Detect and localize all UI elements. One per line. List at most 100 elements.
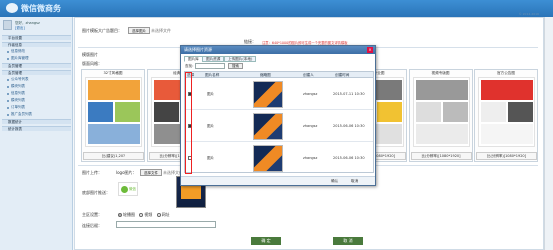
bullet-icon: [7, 51, 9, 53]
sidebar-item[interactable]: 信息列表: [2, 91, 71, 96]
slide-label: 主区设置：: [82, 212, 102, 217]
link-suffix-label: 连接后缀：: [82, 223, 102, 228]
row-name: 图片: [207, 124, 214, 128]
sidebar-item[interactable]: 模块列表: [2, 84, 71, 89]
template-card[interactable]: 官方公告图比(分辨率)[1080*1920]: [474, 69, 538, 162]
bullet-icon: [7, 58, 9, 60]
tab-upload[interactable]: 上传图片(本地): [224, 56, 257, 62]
template-size: 比(建议)1,20?: [83, 152, 144, 160]
bullet-icon: [7, 86, 9, 88]
sidebar-item[interactable]: 订单列表: [2, 105, 71, 110]
bullet-icon: [7, 100, 9, 102]
template-size: 比(分辨率)[1080*1920]: [476, 152, 537, 160]
sidebar-item[interactable]: 会员管理: [2, 70, 71, 75]
row-name: 图片: [207, 92, 214, 96]
layout-label: 版面风格：: [82, 61, 102, 66]
sidebar-item[interactable]: 平台设置: [2, 35, 71, 40]
sidebar-item[interactable]: 图片库管理: [2, 56, 71, 61]
sidebar-item[interactable]: 统计报表: [2, 126, 71, 131]
row-date: 2015-07-11 10:30: [333, 92, 365, 96]
dialog-cancel-button[interactable]: 取消: [351, 178, 358, 184]
template-title: 32寸风格图: [103, 71, 123, 75]
row-date: 2015-06-06 10:30: [333, 124, 365, 128]
search-label: 查找：: [185, 64, 196, 68]
top-ad-label: 图片模板大广告题目：: [82, 28, 122, 33]
wechat-logo: 微信: [118, 182, 138, 196]
upload-label: 图片上传：: [82, 170, 102, 175]
wechat-text: 微信: [129, 187, 136, 191]
row-creator: zhangsz: [303, 156, 318, 160]
template-thumbnail: [85, 77, 142, 147]
top-bar: 微信微商务 © 2014-2016: [0, 0, 553, 17]
logo-label: logo图片：: [116, 170, 137, 175]
section-label: 模版图片: [82, 52, 98, 57]
sidebar-item[interactable]: 会员管理: [2, 63, 71, 68]
sidebar-item[interactable]: 数据统计: [2, 119, 71, 124]
template-size: 比(分辨率)[1080*1920]: [410, 152, 472, 160]
bullet-icon: [7, 79, 9, 81]
table-header: 选择 图片名称 缩略图 创建人 创建时间: [185, 72, 373, 78]
sidebar-item[interactable]: 公众号列表: [2, 77, 71, 82]
dialog-title: 请选择图片资源: [181, 46, 375, 54]
option-url: 网址: [161, 212, 170, 217]
image-table: 选择 图片名称 缩略图 创建人 创建时间 图片 zhangsz 2015-07-11…: [184, 71, 374, 173]
row-thumbnail: [253, 113, 283, 140]
table-row[interactable]: 图片 zhangsz 2015-06-06 10:30: [185, 111, 373, 142]
table-row[interactable]: 图片 zhangsz 2015-06-06 10:30: [185, 143, 373, 172]
dialog-footer: 确认 取消: [181, 176, 375, 185]
template-thumbnail: [478, 77, 535, 147]
row-creator: zhangsz: [303, 124, 318, 128]
template-card[interactable]: 32寸风格图比(建议)1,20?: [81, 69, 145, 162]
column-creator: 创建人: [303, 73, 314, 77]
dialog-confirm-button[interactable]: 确认: [331, 178, 338, 184]
bullet-icon: [7, 107, 9, 109]
radio-url[interactable]: [156, 213, 161, 217]
column-date: 创建时间: [335, 73, 350, 77]
template-title: 官方公告图: [497, 71, 515, 75]
logout-link[interactable]: [退出]: [15, 26, 25, 31]
choose-image-button[interactable]: 选择图片: [128, 27, 150, 34]
confirm-button[interactable]: 确 定: [251, 237, 281, 245]
template-card[interactable]: 视频专版图比(分辨率)[1080*1920]: [408, 69, 473, 162]
search-button[interactable]: 搜索: [228, 63, 243, 69]
row-thumbnail: [253, 81, 283, 108]
row-thumbnail: [253, 145, 283, 172]
sidebar-item[interactable]: 模块列表: [2, 98, 71, 103]
row-name: 图片: [207, 156, 214, 160]
wechat-icon: [121, 186, 128, 193]
row-date: 2015-06-06 10:30: [333, 156, 365, 160]
template-title: 视频专版图: [431, 71, 450, 75]
link-suffix-input[interactable]: [116, 221, 216, 228]
bullet-icon: [7, 93, 9, 95]
avatar: [3, 20, 12, 30]
slide-options: 轮播图 视频 网址: [118, 212, 170, 218]
option-carousel: 轮播图: [123, 212, 135, 217]
copyright: © 2014-2016: [518, 12, 539, 16]
sidebar-item[interactable]: 信息修改: [2, 49, 71, 54]
sidebar: 您好，zhangsz [退出] 平台设置 作者信息 信息修改 图片库管理 会员管理 会员管…: [0, 17, 73, 250]
sidebar-item[interactable]: 推广会员列表: [2, 112, 71, 117]
cancel-button[interactable]: 取 消: [333, 237, 363, 245]
column-name: 图片名称: [205, 73, 220, 77]
close-icon[interactable]: ×: [367, 47, 373, 53]
checkbox-highlight: [185, 72, 192, 174]
sidebar-item[interactable]: 作者信息: [2, 42, 71, 47]
tab-library[interactable]: 图片库: [184, 56, 203, 62]
option-video: 视频: [144, 212, 153, 217]
scrollbar[interactable]: [544, 17, 553, 250]
brand-title: 微信微商务: [21, 4, 61, 13]
no-file-text: 未选择文件: [151, 28, 171, 33]
image-picker-dialog: 请选择图片资源 × 图片库 图片资源 上传图片(本地) 查找： 搜索 选择 图片…: [180, 45, 376, 186]
user-panel: 您好，zhangsz [退出]: [3, 20, 71, 32]
table-row[interactable]: 图片 zhangsz 2015-07-11 10:30: [185, 79, 373, 110]
bullet-icon: [7, 114, 9, 116]
column-thumb: 缩略图: [260, 73, 271, 77]
chat-bubble-logo-icon: [6, 3, 18, 13]
qr-label: 底部图片推送：: [82, 190, 110, 195]
template-thumbnail: [412, 77, 470, 147]
search-input[interactable]: [195, 63, 225, 69]
radio-carousel[interactable]: [118, 213, 122, 217]
radio-video[interactable]: [139, 213, 144, 217]
logo-choose-button[interactable]: 选择文件: [140, 169, 162, 176]
tab-resources[interactable]: 图片资源: [202, 56, 225, 62]
